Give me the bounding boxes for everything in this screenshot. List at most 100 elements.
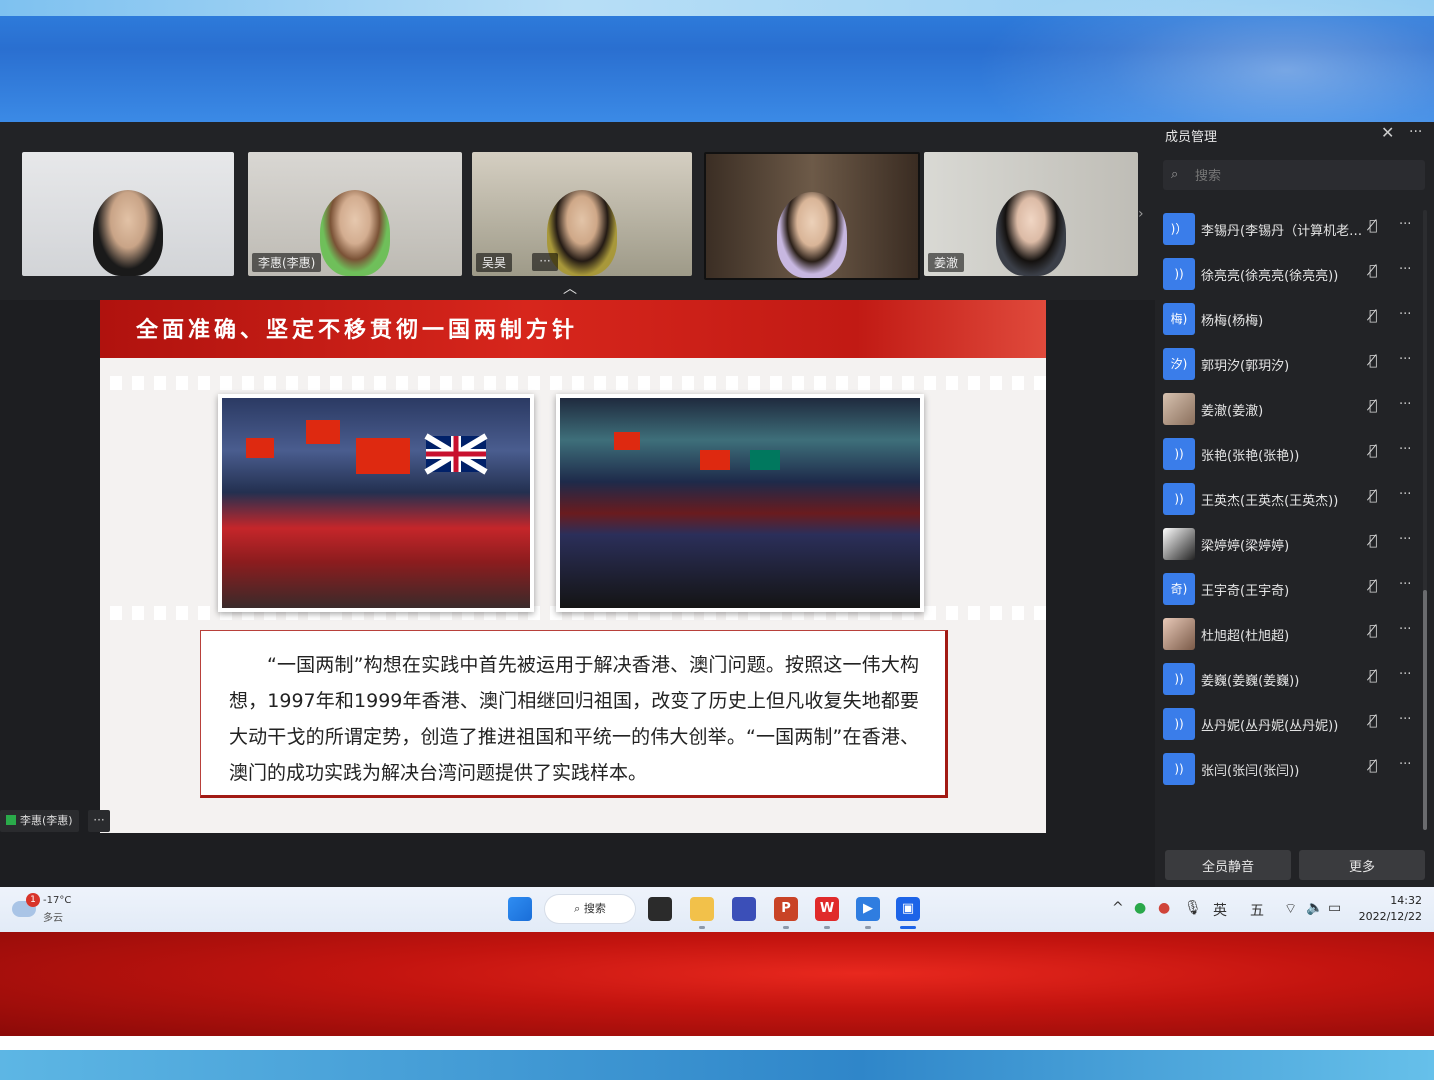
scrollbar-thumb[interactable] [1423, 590, 1427, 830]
battery-icon[interactable]: ▭ [1328, 900, 1341, 916]
video-tile-3[interactable]: 吴昊 ··· [472, 152, 692, 276]
member-row[interactable]: )) 姜巍(姜巍(姜巍)) 🎙̸ ··· [1155, 660, 1425, 700]
mute-all-button[interactable]: 全员静音 [1165, 850, 1291, 880]
task-view-icon[interactable] [648, 897, 672, 921]
video-tile-2[interactable]: 李惠(李惠) [248, 152, 462, 276]
avatar: )) [1163, 438, 1195, 470]
member-more-button[interactable]: ··· [1399, 307, 1411, 322]
member-more-button[interactable]: ··· [1399, 667, 1411, 682]
member-more-button[interactable]: ··· [1399, 262, 1411, 277]
microphone-icon[interactable]: 🎙 [1184, 900, 1202, 916]
member-row[interactable]: 奇) 王宇奇(王宇奇) 🎙̸ ··· [1155, 570, 1425, 610]
media-app-icon[interactable]: ▶ [856, 897, 880, 921]
mic-muted-icon[interactable]: 🎙̸ [1369, 713, 1377, 729]
member-list-scrollbar[interactable] [1423, 210, 1427, 830]
member-row[interactable]: 梁婷婷(梁婷婷) 🎙̸ ··· [1155, 525, 1425, 565]
close-icon[interactable]: ✕ [1381, 123, 1394, 142]
hong-kong-handover-photo [218, 394, 534, 612]
running-indicator [699, 926, 705, 929]
avatar: )) [1163, 708, 1195, 740]
flags-illustration [246, 420, 488, 475]
mic-muted-icon[interactable]: 🎙̸ [1369, 218, 1377, 234]
avatar: )) [1163, 663, 1195, 695]
volume-icon[interactable]: 🔈 [1306, 900, 1323, 916]
member-more-button[interactable]: ··· [1399, 397, 1411, 412]
windows-start-icon[interactable] [508, 897, 532, 921]
typing-app-icon[interactable] [732, 897, 756, 921]
ime-mode[interactable]: 五 [1250, 900, 1264, 920]
member-row[interactable]: )） 李锡丹(李锡丹（计算机老师... 🎙̸ ··· [1155, 210, 1425, 250]
member-row[interactable]: )) 张闫(张闫(张闫)) 🎙̸ ··· [1155, 750, 1425, 790]
clock[interactable]: 14:32 2022/12/22 [1358, 893, 1422, 925]
show-hidden-icons[interactable]: ^ [1112, 900, 1124, 916]
member-more-button[interactable]: ··· [1399, 622, 1411, 637]
member-name: 杜旭超(杜旭超) [1201, 629, 1290, 644]
member-more-button[interactable]: ··· [1399, 532, 1411, 547]
member-row[interactable]: 杜旭超(杜旭超) 🎙̸ ··· [1155, 615, 1425, 655]
mic-muted-icon[interactable]: 🎙̸ [1369, 263, 1377, 279]
member-search[interactable]: ⌕ [1163, 160, 1425, 190]
mic-muted-icon[interactable]: 🎙̸ [1369, 488, 1377, 504]
collapse-thumbnails-icon[interactable]: ︿ [563, 278, 577, 298]
meeting-app-icon[interactable]: ▣ [896, 897, 920, 921]
mic-muted-icon[interactable]: 🎙̸ [1369, 398, 1377, 414]
mic-muted-icon[interactable]: 🎙̸ [1369, 623, 1377, 639]
member-row[interactable]: 梅) 杨梅(杨梅) 🎙̸ ··· [1155, 300, 1425, 340]
avatar: )) [1163, 483, 1195, 515]
member-row[interactable]: 汐) 郭玥汐(郭玥汐) 🎙̸ ··· [1155, 345, 1425, 385]
tile-more-button[interactable]: ··· [532, 253, 558, 271]
mic-on-icon [6, 815, 16, 825]
search-input[interactable] [1193, 164, 1417, 188]
mic-muted-icon[interactable]: 🎙̸ [1369, 533, 1377, 549]
slide-text-box: “一国两制”构想在实践中首先被运用于解决香港、澳门问题。按照这一伟大构想，199… [200, 630, 948, 798]
member-row[interactable]: )) 徐亮亮(徐亮亮(徐亮亮)) 🎙̸ ··· [1155, 255, 1425, 295]
top-background-banner [0, 0, 1434, 122]
wps-office-icon[interactable]: W [815, 897, 839, 921]
file-explorer-icon[interactable] [690, 897, 714, 921]
mic-muted-icon[interactable]: 🎙̸ [1369, 353, 1377, 369]
mic-muted-icon[interactable]: 🎙̸ [1369, 308, 1377, 324]
panel-title: 成员管理 [1165, 130, 1218, 145]
wifi-icon[interactable]: ⌔ [1284, 900, 1297, 918]
taskbar-search[interactable]: ⌕ 搜索 [545, 895, 635, 923]
member-name: 王宇奇(王宇奇) [1201, 584, 1290, 599]
member-more-button[interactable]: ··· [1399, 442, 1411, 457]
speaker-more-button[interactable]: ··· [88, 810, 110, 832]
flags-illustration [614, 432, 780, 470]
weather-condition: 多云 [43, 913, 63, 924]
member-more-button[interactable]: ··· [1399, 757, 1411, 772]
avatar: )） [1163, 213, 1195, 245]
member-more-button[interactable]: ··· [1399, 352, 1411, 367]
member-row[interactable]: 姜澈(姜澈) 🎙̸ ··· [1155, 390, 1425, 430]
powerpoint-icon[interactable]: P [774, 897, 798, 921]
video-tile-4[interactable] [704, 152, 920, 280]
ime-language[interactable]: 英 [1213, 900, 1227, 920]
member-name: 丛丹妮(丛丹妮(丛丹妮)) [1201, 719, 1339, 734]
video-tile-5[interactable]: 姜澈 [924, 152, 1138, 276]
running-indicator [783, 926, 789, 929]
bottom-background-banner [0, 932, 1434, 1080]
member-row[interactable]: )) 丛丹妮(丛丹妮(丛丹妮)) 🎙̸ ··· [1155, 705, 1425, 745]
mic-muted-icon[interactable]: 🎙̸ [1369, 443, 1377, 459]
macau-handover-photo [556, 394, 924, 612]
member-name: 张艳(张艳(张艳)) [1201, 449, 1300, 464]
member-more-button[interactable]: ··· [1399, 712, 1411, 727]
mic-muted-icon[interactable]: 🎙̸ [1369, 668, 1377, 684]
tray-app-icon[interactable]: ● [1134, 900, 1146, 916]
meeting-window: 李惠(李惠) 吴昊 ··· 姜澈 ︿ › 全面准确、坚定不移贯彻一国两制方针 “… [0, 122, 1434, 887]
video-tile-1[interactable] [22, 152, 234, 276]
member-row[interactable]: )) 张艳(张艳(张艳)) 🎙̸ ··· [1155, 435, 1425, 475]
mic-muted-icon[interactable]: 🎙̸ [1369, 578, 1377, 594]
avatar: 汐) [1163, 348, 1195, 380]
panel-more-button[interactable]: ··· [1409, 124, 1422, 140]
member-more-button[interactable]: ··· [1399, 577, 1411, 592]
member-more-button[interactable]: ··· [1399, 217, 1411, 232]
member-row[interactable]: )) 王英杰(王英杰(王英杰)) 🎙̸ ··· [1155, 480, 1425, 520]
slide-paragraph: “一国两制”构想在实践中首先被运用于解决香港、澳门问题。按照这一伟大构想，199… [229, 654, 919, 784]
tray-app-icon[interactable]: ● [1158, 900, 1170, 916]
mic-muted-icon[interactable]: 🎙̸ [1369, 758, 1377, 774]
more-button[interactable]: 更多 [1299, 850, 1425, 880]
participant-video [93, 190, 163, 276]
next-page-arrow-icon[interactable]: › [1138, 206, 1144, 222]
member-more-button[interactable]: ··· [1399, 487, 1411, 502]
